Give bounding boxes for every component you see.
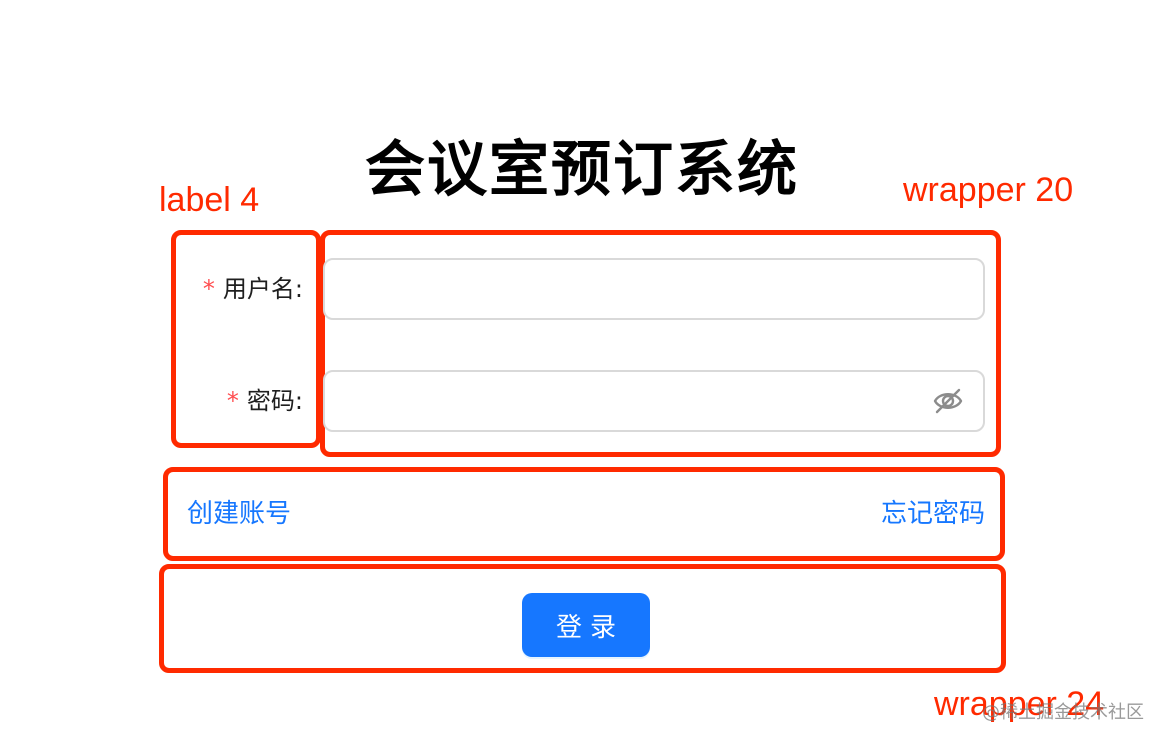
forgot-password-link[interactable]: 忘记密码 — [881, 496, 985, 532]
watermark: @稀土掘金技术社区 — [982, 702, 1144, 723]
annotation-label-tag: label 4 — [159, 181, 260, 219]
required-mark: * — [202, 275, 215, 303]
password-label: * 密码: — [227, 384, 303, 418]
username-label-text: 用户名: — [222, 275, 303, 303]
eye-slash-icon[interactable] — [932, 386, 964, 416]
password-input[interactable] — [323, 370, 985, 432]
login-button[interactable]: 登录 — [522, 593, 650, 657]
annotation-wrapper-20-tag: wrapper 20 — [903, 171, 1074, 209]
password-label-text: 密码: — [246, 387, 303, 415]
username-input[interactable] — [323, 258, 985, 320]
required-mark: * — [226, 387, 239, 415]
create-account-link[interactable]: 创建账号 — [187, 496, 291, 532]
username-label: * 用户名: — [203, 272, 303, 306]
